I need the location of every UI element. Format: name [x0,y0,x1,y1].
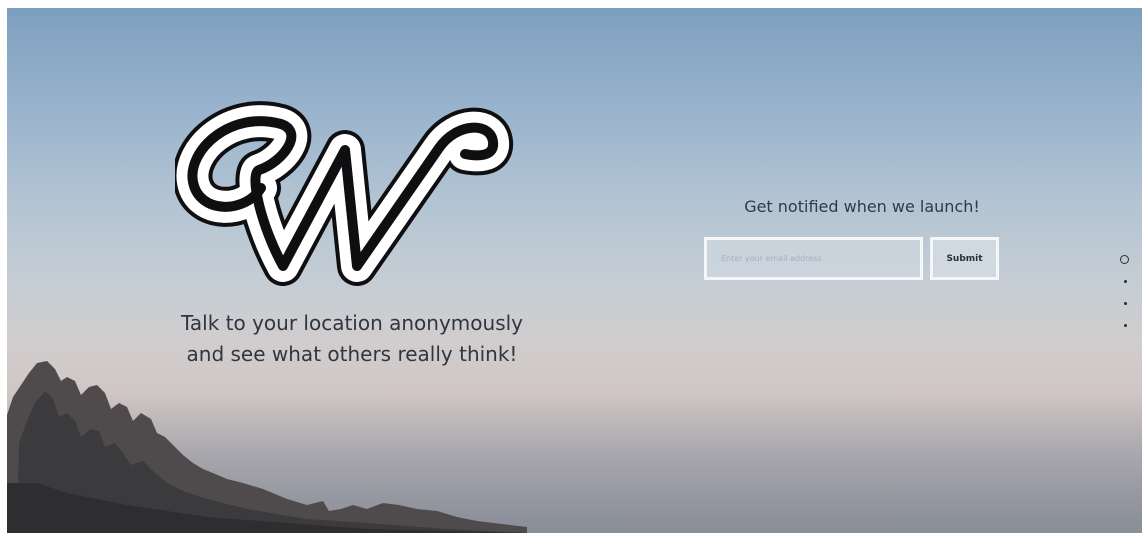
pager-dot-3[interactable] [1124,302,1127,305]
tagline-line-1: Talk to your location anonymously [180,311,524,335]
tagline: Talk to your location anonymously and se… [137,308,567,370]
pager-dot-active[interactable] [1120,255,1129,264]
pager-dot-2[interactable] [1124,280,1127,283]
submit-button[interactable]: Submit [930,237,999,280]
tagline-line-2: and see what others really think! [186,342,518,366]
email-input[interactable] [704,237,923,280]
hero-section: Talk to your location anonymously and se… [7,8,1142,533]
pager-dot-4[interactable] [1124,324,1127,327]
w-logo-icon [175,101,513,286]
signup-heading: Get notified when we launch! [744,197,980,216]
page-pager [1119,253,1133,333]
